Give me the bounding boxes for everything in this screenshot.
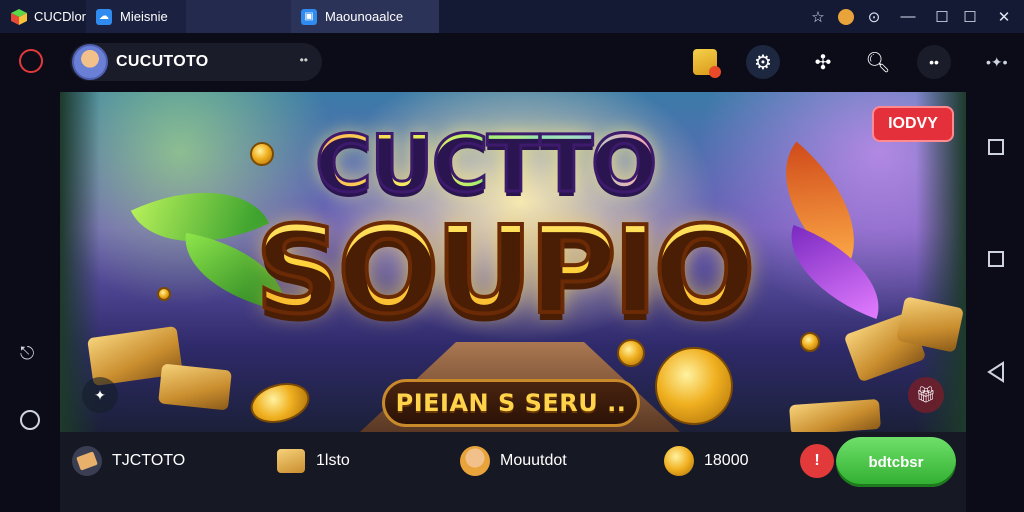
leaf-button[interactable]: ✦ (82, 377, 118, 413)
stat-item[interactable]: 18000 (664, 442, 749, 480)
record-icon[interactable]: ⊙ (860, 0, 888, 33)
minimize-icon[interactable]: — (888, 0, 928, 33)
star-icon[interactable]: ☆ (804, 0, 832, 33)
bottom-stats-bar: TJCTOTO 1lsto Mouutdot 18000 ! bdtcbsr (60, 432, 966, 512)
left-toolbar: ⎋ (0, 33, 60, 512)
gift-icon[interactable]: 🎁︎ (908, 377, 944, 413)
search-icon[interactable]: 🔍︎ (861, 45, 895, 79)
stat-label: 1lsto (316, 452, 350, 469)
gold-coin (617, 339, 645, 367)
tab-spacer (186, 0, 291, 33)
profile-pill[interactable]: CUCUTOTO •• (70, 43, 322, 81)
power-icon[interactable] (20, 410, 40, 430)
app-logo-icon (11, 8, 27, 25)
back-triangle-icon[interactable] (986, 361, 1006, 383)
promo-banner[interactable]: CUCTTO SOUPIO PIEIAN S SERU .. IODVY ✦ 🎁… (60, 92, 966, 432)
avatar-icon (460, 446, 490, 476)
stat-item[interactable]: 1lsto (276, 442, 350, 480)
tab-1-label: Mieisnie (120, 9, 168, 24)
maximize-icon[interactable]: ☐ (928, 0, 956, 33)
restore-icon[interactable]: ☐ (956, 0, 984, 33)
stat-item[interactable]: Mouutdot (460, 442, 567, 480)
app-brand[interactable]: CUCDlor (0, 8, 86, 26)
avatar[interactable] (72, 44, 108, 80)
right-nav-bar (966, 33, 1024, 512)
app-name: CUCDlor (34, 9, 86, 24)
coin-icon (664, 446, 694, 476)
game-logo-line1: CUCTTO (313, 119, 658, 212)
ticket-icon (72, 446, 102, 476)
gold-coin (246, 376, 314, 430)
today-badge[interactable]: IODVY (872, 106, 954, 142)
puzzle-icon[interactable]: ✣ (806, 45, 840, 79)
share-icon[interactable]: ⎋ (20, 343, 34, 364)
settings-icon[interactable]: ⚙ (746, 45, 780, 79)
profile-name: CUCUTOTO (116, 53, 209, 70)
stat-label: TJCTOTO (112, 452, 186, 469)
gold-coin (250, 142, 274, 166)
app-tab-icon: ▣ (301, 8, 317, 25)
gold-coin (655, 347, 733, 425)
profile-more[interactable]: •• (300, 53, 308, 67)
close-icon[interactable]: ✕ (984, 0, 1024, 33)
record-icon[interactable] (19, 49, 43, 73)
stat-label: 18000 (704, 452, 749, 469)
cloud-icon: ☁ (96, 8, 112, 25)
gift-box-icon[interactable] (688, 45, 722, 79)
ellipsis-icon[interactable]: •✦• (986, 54, 1008, 71)
more-icon[interactable]: •• (917, 45, 951, 79)
window-controls: ☆ ⊙ — ☐ ☐ ✕ (804, 0, 1024, 33)
banner-cta-button[interactable]: PIEIAN S SERU .. (382, 379, 640, 427)
square-icon[interactable] (988, 251, 1004, 267)
gold-block-icon (276, 446, 306, 476)
gold-bar (789, 398, 881, 432)
gold-coin (800, 332, 820, 352)
banner-cta-label: PIEIAN S SERU .. (395, 389, 627, 417)
tab-2[interactable]: ▣ Maounoaalce (291, 0, 439, 33)
coin-icon[interactable] (832, 0, 860, 33)
play-button[interactable]: bdtcbsr (836, 437, 956, 487)
alert-icon[interactable]: ! (800, 444, 834, 478)
tab-2-label: Maounoaalce (325, 9, 404, 24)
title-bar: CUCDlor ☁ Mieisnie ▣ Maounoaalce ☆ ⊙ — ☐… (0, 0, 1024, 33)
app-header: CUCUTOTO •• ⚙ ✣ 🔍︎ •• (60, 33, 966, 92)
stat-item[interactable]: TJCTOTO (72, 442, 185, 480)
game-logo-line2: SOUPIO (253, 200, 757, 343)
gold-bar (158, 363, 232, 411)
square-icon[interactable] (988, 139, 1004, 155)
tab-1[interactable]: ☁ Mieisnie (86, 0, 186, 33)
stat-label: Mouutdot (500, 452, 567, 469)
gold-coin (157, 287, 171, 301)
